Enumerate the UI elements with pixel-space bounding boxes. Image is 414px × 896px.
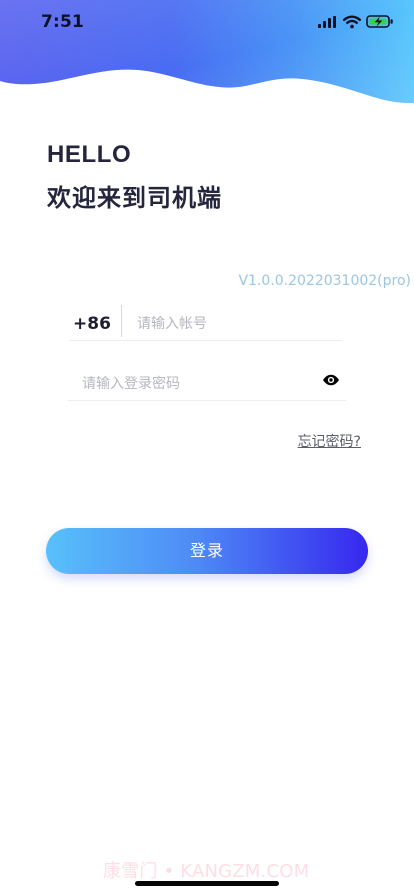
driver-login-screen: 7:51 HELLO 欢迎来到司机端 V1.0.0.2022031002(pro…: [0, 0, 414, 896]
wifi-icon: [343, 15, 361, 29]
account-input-placeholder[interactable]: 请输入帐号: [137, 315, 207, 333]
country-code-selector[interactable]: +86: [73, 314, 111, 334]
account-field[interactable]: +86 请输入帐号: [70, 303, 342, 341]
account-field-divider: [121, 305, 122, 337]
password-visibility-toggle[interactable]: [322, 373, 340, 387]
login-button-label: 登录: [189, 541, 224, 560]
password-field[interactable]: 请输入登录密码: [68, 365, 346, 401]
battery-charging-icon: [366, 15, 393, 28]
app-version-label: V1.0.0.2022031002(pro): [238, 273, 411, 289]
status-icons: [318, 14, 394, 30]
greeting-section: HELLO 欢迎来到司机端: [47, 141, 367, 213]
eye-icon[interactable]: [322, 373, 340, 387]
forgot-password-link[interactable]: 忘记密码?: [298, 433, 361, 451]
status-time: 7:51: [41, 12, 85, 32]
hello-heading: HELLO: [47, 141, 132, 168]
status-bar: 7:51: [0, 0, 414, 44]
watermark-text: 康雪门 • KANGZM.COM: [103, 861, 310, 882]
welcome-heading: 欢迎来到司机端: [47, 184, 222, 212]
password-input-placeholder[interactable]: 请输入登录密码: [82, 375, 180, 393]
home-indicator: [135, 881, 279, 886]
login-button[interactable]: 登录: [46, 528, 368, 574]
signal-icon: [318, 16, 336, 28]
